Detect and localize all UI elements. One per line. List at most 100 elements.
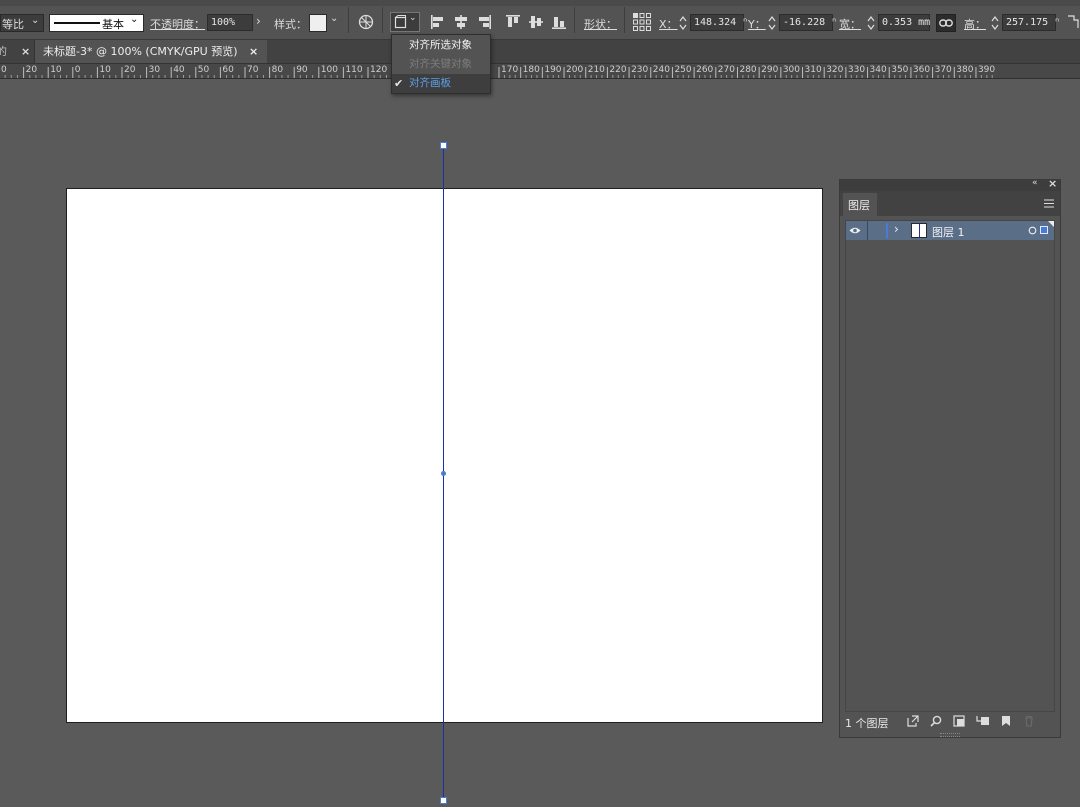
ruler-label: 0 — [1, 65, 7, 75]
ruler-label: 210 — [587, 65, 605, 75]
chevron-right-icon[interactable]: › — [894, 222, 899, 236]
create-sublayer-icon[interactable] — [976, 715, 990, 727]
stroke-style-dropdown[interactable]: 基本 ⌄ — [49, 14, 144, 32]
document-tab-bar: 的 × 未标题-3* @ 100% (CMYK/GPU 预览) × — [0, 40, 1080, 64]
chevron-down-icon[interactable]: ⌄ — [330, 13, 338, 24]
control-bar: 等比 ⌄ 基本 ⌄ 不透明度： 100% › 样式： ⌄ ⌄ 形状： X： 14… — [0, 0, 1080, 40]
width-value: 0.353 mm — [882, 17, 931, 28]
ruler-label: 80 — [271, 65, 284, 75]
resize-grip[interactable] — [940, 733, 960, 737]
height-value: 257.175 ⁿ — [1006, 17, 1061, 28]
width-label: 宽： — [839, 18, 861, 31]
x-label: X： — [659, 18, 678, 31]
ruler-label: 200 — [566, 65, 584, 75]
layer-color-bar — [886, 223, 888, 238]
height-input[interactable]: 257.175 ⁿ — [1002, 14, 1060, 31]
height-spinner-icon[interactable] — [991, 15, 999, 31]
x-input[interactable]: 148.324 ⁿ — [690, 14, 748, 31]
tab-previous[interactable]: 的 × — [0, 40, 35, 63]
tab-layers-label: 图层 — [848, 199, 870, 212]
eye-icon[interactable] — [849, 226, 861, 235]
ruler-label: 90 — [296, 65, 308, 75]
align-bottom-icon[interactable] — [551, 14, 567, 30]
panel-tab-row: 图层 — [840, 191, 1060, 216]
opacity-label[interactable]: 不透明度： — [150, 16, 205, 32]
align-top-icon[interactable] — [505, 14, 521, 30]
x-spinner-icon[interactable] — [679, 15, 687, 31]
artboard[interactable] — [66, 188, 823, 723]
close-icon[interactable]: × — [21, 40, 30, 63]
ruler-label: 320 — [826, 65, 844, 75]
layers-list: › 图层 1 — [845, 220, 1055, 712]
width-input[interactable]: 0.353 mm — [878, 14, 930, 31]
y-input[interactable]: -16.228 ⁿ — [779, 14, 837, 31]
close-icon[interactable]: × — [249, 40, 258, 63]
horizontal-ruler[interactable]: 0 20 10 0 10 20 30 40 50 60 70 80 90 100 110 120 170 180 1… — [0, 64, 1080, 79]
menu-item-label: 对齐关键对象 — [409, 58, 472, 70]
menu-item-align-to-artboard[interactable]: ✔ 对齐画板 — [392, 74, 490, 93]
ruler-label: 100 — [320, 65, 338, 75]
target-circle-icon[interactable] — [1028, 226, 1037, 235]
tab-layers[interactable]: 图层 — [843, 193, 877, 216]
recolor-artwork-icon[interactable] — [358, 14, 374, 30]
y-spinner-icon[interactable] — [768, 15, 776, 31]
ruler-label: 170 — [501, 65, 519, 75]
align-right-icon[interactable] — [476, 14, 492, 30]
locate-object-icon[interactable] — [930, 715, 942, 727]
opacity-arrow-icon[interactable]: › — [256, 14, 261, 28]
width-spinner-icon[interactable] — [867, 15, 875, 31]
make-clipping-mask-icon[interactable] — [953, 715, 965, 727]
selection-handle-top[interactable] — [440, 142, 447, 149]
ruler-label: 0 — [74, 65, 81, 75]
x-label-text: X — [659, 18, 667, 31]
collect-for-export-icon[interactable] — [907, 715, 919, 727]
profile-dropdown[interactable]: 等比 ⌄ — [0, 14, 44, 32]
menu-item-align-to-key-object: 对齐关键对象 — [392, 55, 490, 74]
shape-label[interactable]: 形状： — [584, 16, 617, 32]
ruler-label: 360 — [912, 65, 931, 75]
ruler-label: 370 — [934, 65, 952, 75]
ruler-labels: 0 20 10 0 10 20 30 40 50 60 70 80 90 100 110 120 170 180 1… — [0, 64, 1080, 78]
selection-handle-bottom[interactable] — [440, 797, 447, 804]
align-to-menu: 对齐所选对象 对齐关键对象 ✔ 对齐画板 — [391, 34, 491, 94]
align-horizontal-center-icon[interactable] — [453, 14, 469, 30]
link-icon — [939, 19, 953, 27]
ruler-label: 330 — [847, 65, 866, 75]
align-vertical-center-icon[interactable] — [528, 14, 544, 30]
collapse-icon[interactable]: « — [1032, 178, 1038, 188]
chevron-down-icon: ⌄ — [31, 15, 40, 26]
layer-thumbnail — [911, 223, 927, 238]
align-left-icon[interactable] — [430, 14, 446, 30]
layer-name[interactable]: 图层 1 — [932, 224, 965, 240]
separator — [348, 7, 349, 33]
transform-options-icon[interactable] — [1066, 14, 1080, 30]
tab-previous-label: 的 — [0, 45, 7, 58]
ruler-label: 120 — [370, 65, 388, 75]
panel-footer: 1 个图层 — [840, 712, 1060, 732]
constrain-proportions-button[interactable] — [936, 14, 956, 32]
menu-item-align-to-selection[interactable]: 对齐所选对象 — [392, 36, 490, 55]
align-to-button[interactable]: ⌄ — [390, 12, 420, 32]
style-swatch[interactable] — [309, 14, 327, 32]
close-icon[interactable]: × — [1048, 177, 1057, 190]
menu-item-label: 对齐画板 — [409, 77, 451, 89]
tab-active-document[interactable]: 未标题-3* @ 100% (CMYK/GPU 预览) × — [35, 40, 267, 63]
ruler-label: 390 — [977, 65, 996, 75]
layers-panel: « × 图层 › 图层 1 1 个图层 — [839, 177, 1061, 738]
new-layer-icon[interactable] — [1000, 715, 1012, 727]
ruler-label: 340 — [869, 65, 887, 75]
thumbnail-line — [919, 224, 920, 237]
ruler-label: 380 — [956, 65, 974, 75]
x-value: 148.324 ⁿ — [694, 17, 749, 28]
selection-indicator-icon[interactable] — [1040, 226, 1048, 234]
opacity-input[interactable]: 100% — [207, 14, 253, 31]
chevron-down-icon: ⌄ — [409, 13, 417, 23]
panel-menu-icon[interactable] — [1044, 199, 1054, 208]
opacity-value: 100% — [211, 17, 236, 28]
checkmark-icon: ✔ — [394, 77, 404, 90]
ruler-label: 260 — [696, 65, 714, 75]
ruler-label: 300 — [782, 65, 801, 75]
height-label-text: 高 — [964, 18, 975, 31]
reference-point-icon[interactable] — [633, 13, 651, 31]
layer-row[interactable]: › 图层 1 — [846, 221, 1054, 240]
